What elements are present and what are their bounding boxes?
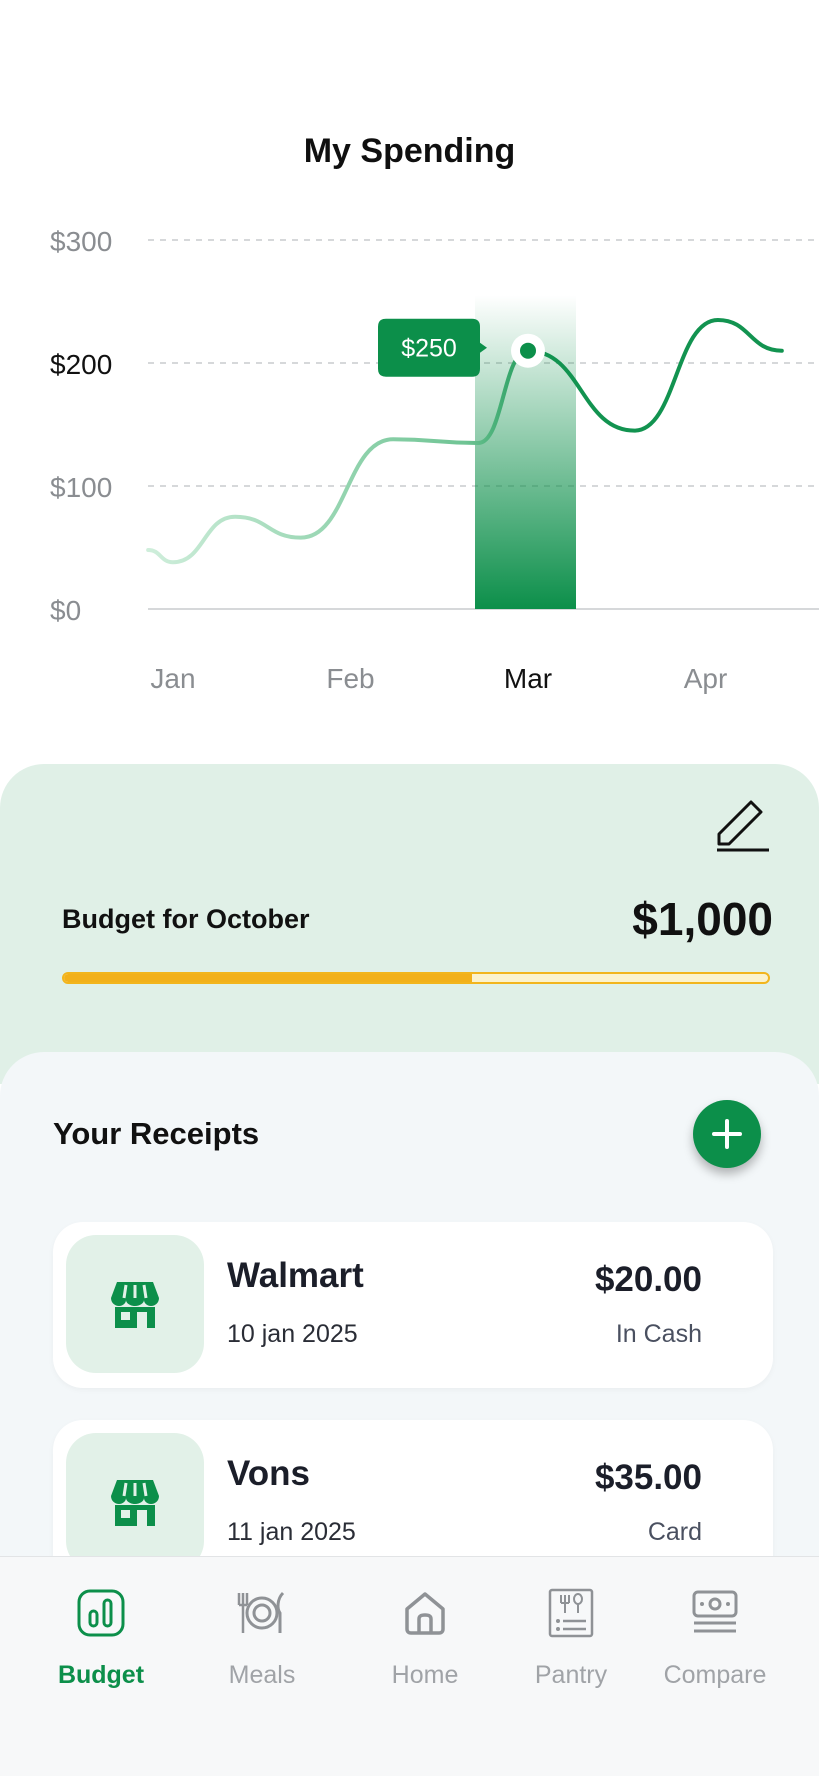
nav-label-home: Home: [391, 1661, 459, 1689]
pantry-icon: [548, 1588, 594, 1638]
nav-item-home[interactable]: Home: [350, 1587, 500, 1690]
receipt-card-walmart[interactable]: Walmart 10 jan 2025 $20.00 In Cash: [53, 1222, 773, 1388]
nav-label-meals: Meals: [228, 1661, 296, 1689]
budget-amount: $1,000: [632, 893, 773, 945]
nav-label-budget: Budget: [57, 1661, 145, 1689]
nav-label-pantry: Pantry: [534, 1661, 608, 1689]
store-icon-box: [66, 1235, 204, 1373]
x-tick-label: Apr: [684, 663, 728, 694]
nav-item-pantry[interactable]: Pantry: [496, 1587, 646, 1690]
tooltip-value: $250: [401, 335, 457, 363]
add-receipt-button[interactable]: [693, 1100, 761, 1168]
spending-chart: $0 $100 $200 $300 Jan Feb Mar Apr $250: [50, 226, 819, 694]
x-tick-label: Feb: [326, 663, 374, 694]
x-tick-label: Jan: [150, 663, 195, 694]
receipt-store-name: Vons: [227, 1454, 310, 1493]
y-tick-label: $200: [50, 349, 112, 380]
budget-progress-fill: [64, 974, 473, 982]
store-icon-box: [66, 1433, 204, 1571]
nav-item-meals[interactable]: Meals: [187, 1587, 337, 1690]
selected-point[interactable]: [520, 342, 536, 359]
store-icon: [111, 1480, 159, 1526]
receipts-panel: Your Receipts Walmart 10 jan 2025 $20.00…: [0, 1052, 819, 1612]
y-tick-label: $0: [50, 595, 81, 626]
receipt-payment-method: In Cash: [615, 1320, 702, 1348]
nav-label-compare: Compare: [663, 1661, 767, 1689]
receipt-amount: $35.00: [594, 1458, 702, 1497]
budget-progress-bar: [62, 972, 770, 984]
y-tick-label: $100: [50, 472, 112, 503]
page-title: My Spending: [303, 132, 516, 170]
compare-icon: [692, 1590, 738, 1633]
store-icon: [111, 1282, 159, 1328]
meals-icon: [237, 1591, 285, 1633]
plus-icon: [712, 1119, 742, 1149]
x-tick-label: Mar: [504, 663, 552, 694]
budget-card: Budget for October $1,000: [0, 764, 819, 1084]
chart-icon: [77, 1589, 125, 1637]
receipts-title: Your Receipts: [53, 1116, 260, 1151]
home-icon: [405, 1592, 445, 1635]
receipt-date: 11 jan 2025: [227, 1518, 356, 1546]
bottom-navigation: Budget Meals Home Pantry Compare: [0, 1556, 819, 1776]
pencil-icon: [717, 800, 769, 852]
receipt-date: 10 jan 2025: [227, 1320, 358, 1348]
budget-label: Budget for October: [62, 904, 310, 934]
receipt-store-name: Walmart: [227, 1256, 364, 1295]
nav-item-compare[interactable]: Compare: [640, 1587, 790, 1690]
receipt-amount: $20.00: [594, 1260, 702, 1299]
edit-budget-button[interactable]: [711, 792, 773, 854]
y-tick-label: $300: [50, 226, 112, 257]
nav-item-budget[interactable]: Budget: [26, 1587, 176, 1690]
receipt-payment-method: Card: [647, 1518, 702, 1546]
